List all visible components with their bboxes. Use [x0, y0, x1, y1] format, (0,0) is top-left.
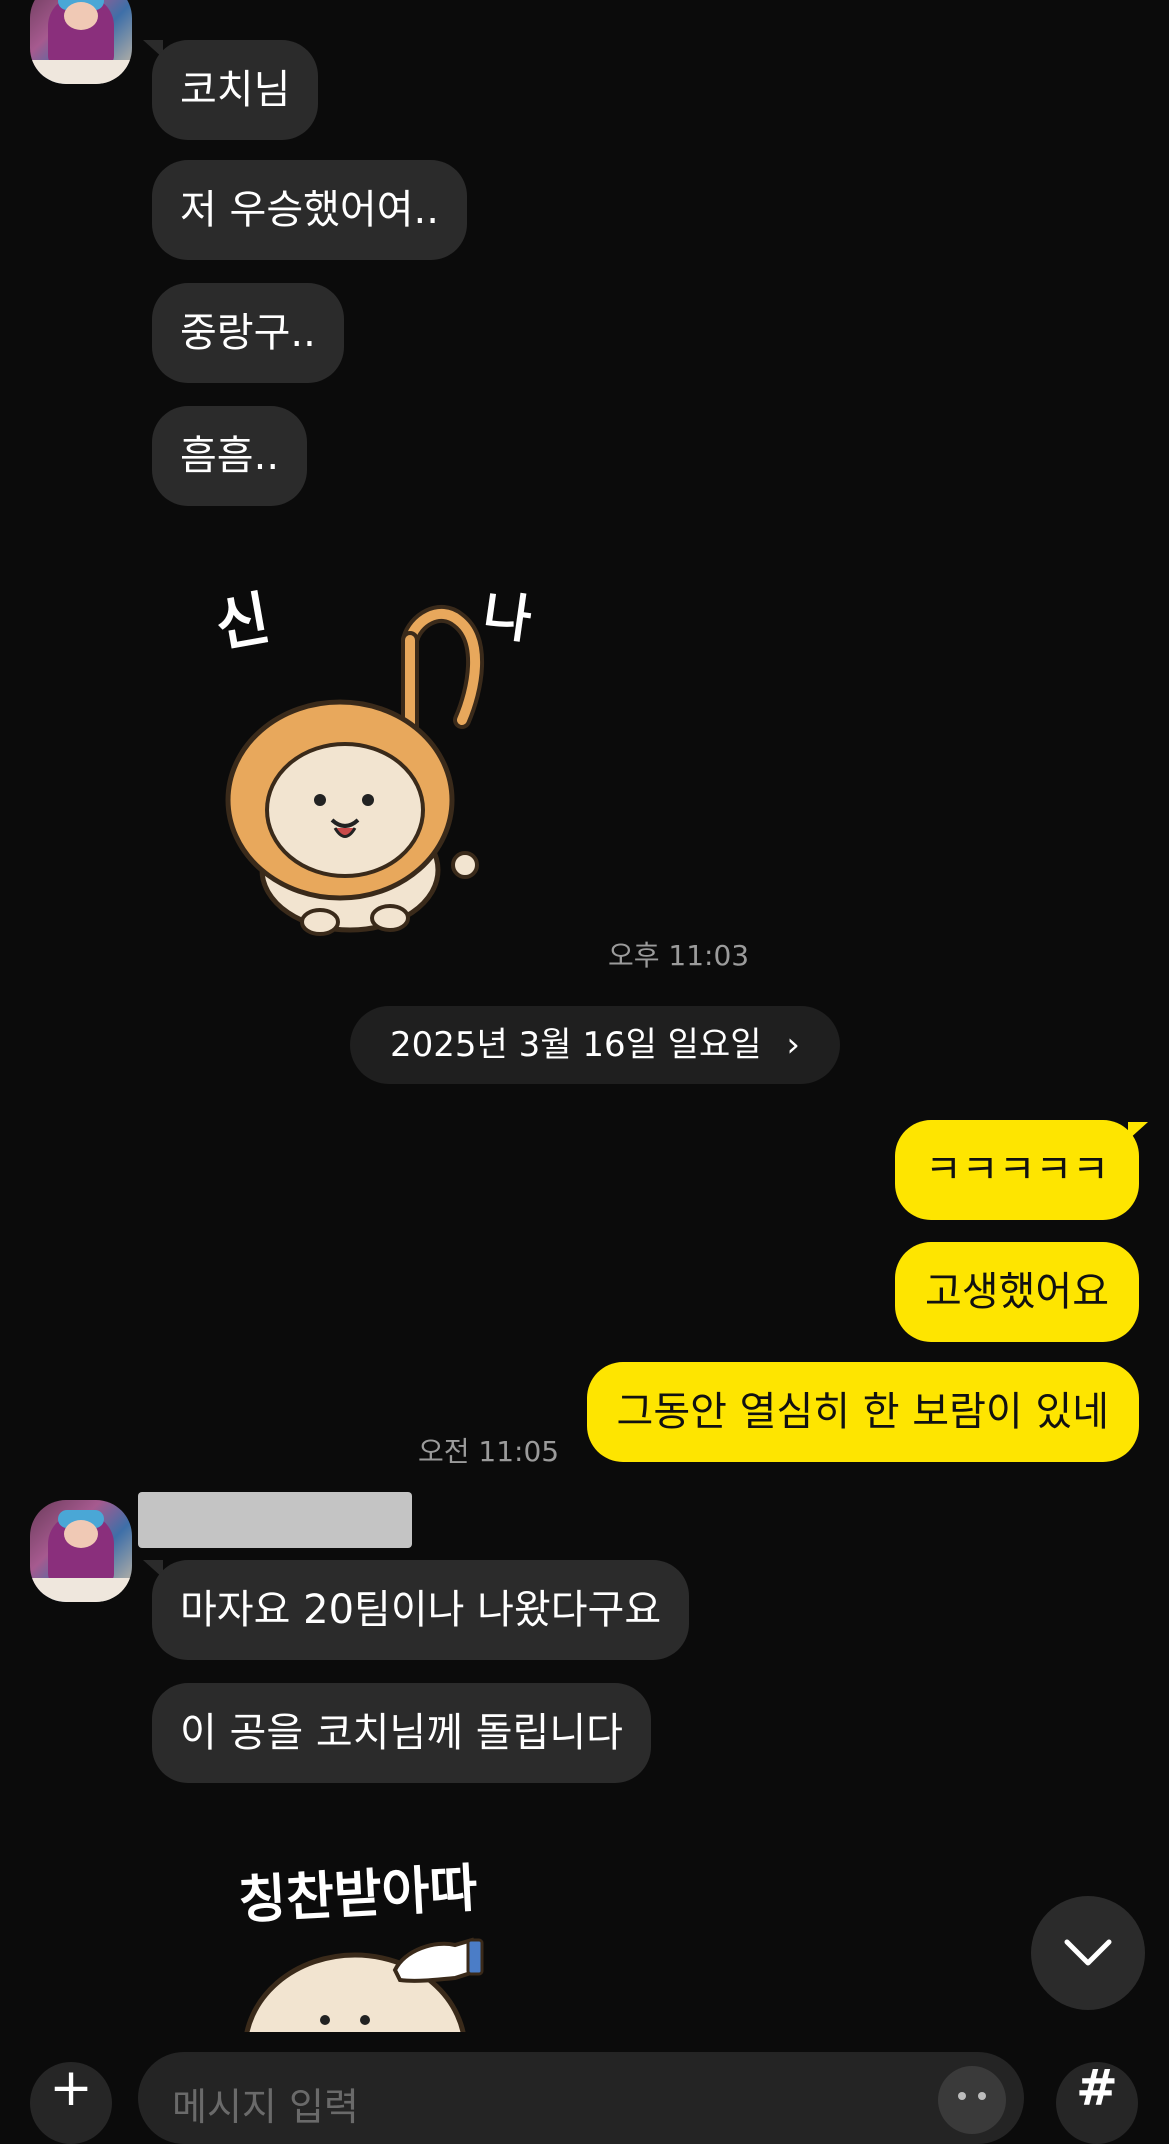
hashtag-icon: # [1076, 2059, 1118, 2117]
date-divider-label: 2025년 3월 16일 일요일 [390, 1025, 762, 1065]
incoming-message[interactable]: 코치님 [152, 40, 319, 140]
incoming-message[interactable]: 중랑구.. [152, 283, 344, 383]
chevron-down-icon [1064, 1939, 1112, 1966]
sender-avatar[interactable] [30, 0, 132, 84]
sender-name-redacted [138, 1492, 412, 1548]
sticker-praise[interactable] [240, 1920, 540, 2032]
emoticon-button[interactable] [938, 2066, 1006, 2134]
date-divider[interactable]: 2025년 3월 16일 일요일 › [350, 1006, 840, 1084]
plus-icon: + [49, 2058, 93, 2118]
outgoing-message[interactable]: 고생했어요 [895, 1242, 1139, 1342]
incoming-message[interactable]: 이 공을 코치님께 돌립니다 [152, 1683, 651, 1783]
outgoing-message[interactable]: 그동안 열심히 한 보람이 있네 [586, 1362, 1139, 1462]
incoming-message[interactable]: 흠흠.. [152, 406, 308, 506]
sticker-text-right: 나 [479, 584, 536, 651]
hashtag-button[interactable]: # [1056, 2059, 1138, 2144]
message-input[interactable]: 메시지 입력 [138, 2052, 1024, 2144]
chevron-right-icon: › [786, 1025, 800, 1065]
outgoing-message[interactable]: ㅋㅋㅋㅋㅋ [895, 1120, 1139, 1220]
sender-avatar[interactable] [30, 1500, 132, 1602]
plus-button[interactable]: + [30, 2058, 112, 2144]
incoming-message[interactable]: 저 우승했어여.. [152, 160, 467, 260]
message-time: 오후 11:03 [608, 939, 750, 972]
scroll-to-bottom-button[interactable] [1031, 1896, 1145, 2010]
emoticon-icon [958, 2092, 986, 2100]
incoming-message[interactable]: 마자요 20팀이나 나왔다구요 [152, 1560, 690, 1660]
message-time: 오전 11:05 [418, 1435, 560, 1468]
patting-character-icon [244, 1937, 484, 2032]
